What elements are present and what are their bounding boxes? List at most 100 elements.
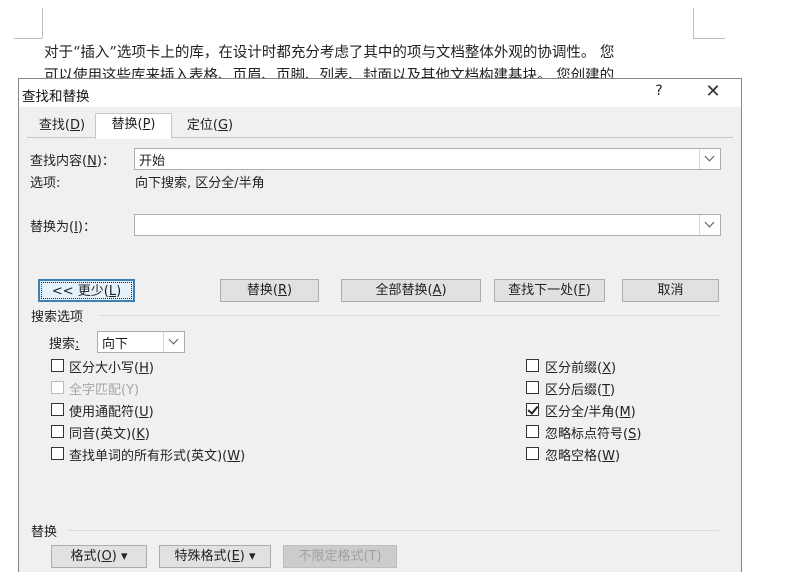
match-suffix-label-end: ): [610, 383, 616, 398]
match-case-label-end: ): [148, 361, 154, 376]
whole-word-checkbox[interactable]: [51, 381, 64, 394]
match-case-accesskey: H: [139, 361, 149, 376]
find-what-value: 开始: [139, 154, 166, 169]
replace-with-input[interactable]: [134, 214, 721, 236]
search-direction-label: 搜索:: [49, 333, 79, 352]
format-button-accesskey: O: [101, 549, 112, 564]
ignore-punctuation-label-text: 忽略标点符号(: [545, 427, 629, 442]
search-direction-value: 向下: [102, 337, 129, 352]
all-word-forms-accesskey: W: [227, 449, 241, 464]
tab-find[interactable]: 查找(D): [31, 115, 93, 137]
margin-corner-mark: [14, 38, 42, 39]
search-direction-accesskey: :: [75, 337, 80, 352]
special-button[interactable]: 特殊格式(E) ▾: [159, 545, 271, 568]
search-direction-select[interactable]: 向下: [97, 331, 185, 353]
search-direction-dropdown-button[interactable]: [163, 332, 184, 352]
tab-panel: [27, 137, 733, 573]
wildcards-label-text: 使用通配符(: [69, 405, 140, 420]
search-options-group-label: 搜索选项: [31, 310, 84, 325]
sounds-like-checkbox[interactable]: [51, 425, 64, 438]
sounds-like-label: 同音(英文)(K): [69, 423, 150, 442]
wildcards-checkbox[interactable]: [51, 403, 64, 416]
replace-button-accesskey: R: [277, 283, 288, 298]
find-what-label-end: )：: [96, 154, 115, 169]
ignore-punctuation-label: 忽略标点符号(S): [545, 423, 641, 442]
find-what-input[interactable]: 开始: [134, 148, 721, 170]
find-what-dropdown-button[interactable]: [699, 149, 720, 169]
match-suffix-accesskey: T: [602, 383, 611, 398]
close-button[interactable]: ✕: [699, 82, 727, 104]
replace-button-label: 替换(: [246, 283, 278, 298]
replace-all-button[interactable]: 全部替换(A): [341, 279, 481, 302]
find-next-button-label-end: ): [585, 283, 591, 298]
margin-corner-mark: [693, 38, 725, 39]
find-next-button-label: 查找下一处(: [508, 283, 579, 298]
special-button-accesskey: E: [231, 549, 240, 564]
replace-with-label: 替换为(I)：: [30, 216, 96, 235]
ignore-whitespace-label: 忽略空格(W): [545, 445, 620, 464]
group-divider: [99, 315, 719, 316]
match-case-label: 区分大小写(H): [69, 357, 154, 376]
match-prefix-label-end: ): [610, 361, 617, 376]
match-suffix-checkbox[interactable]: [526, 381, 539, 394]
match-prefix-accesskey: X: [602, 361, 611, 376]
find-next-button-accesskey: F: [578, 283, 586, 298]
all-word-forms-checkbox[interactable]: [51, 447, 64, 460]
group-divider: [67, 530, 719, 531]
match-prefix-label-text: 区分前缀(: [545, 361, 603, 376]
document-text-line: 对于“插入”选项卡上的库，在设计时都充分考虑了其中的项与文档整体外观的协调性。 …: [44, 45, 615, 61]
match-width-accesskey: M: [619, 405, 631, 420]
tab-replace-label-end: ): [150, 117, 156, 132]
find-next-button[interactable]: 查找下一处(F): [494, 279, 605, 302]
sounds-like-label-text: 同音(英文)(: [69, 427, 137, 442]
margin-corner-mark: [693, 8, 694, 38]
search-direction-label-text: 搜索: [49, 337, 76, 352]
options-summary-label: 选项:: [30, 176, 61, 191]
replace-with-dropdown-button[interactable]: [699, 215, 720, 235]
document-text-line: 可以使用这些库来插入表格、页眉、页脚、列表、封面以及其他文档构建基块。 您创建的: [44, 68, 615, 78]
margin-corner-mark: [42, 8, 43, 38]
match-width-label-end: ): [630, 405, 636, 420]
wildcards-label: 使用通配符(U): [69, 401, 154, 420]
match-width-checkbox[interactable]: [526, 403, 539, 416]
whole-word-label: 全字匹配(Y): [69, 383, 140, 398]
match-case-checkbox[interactable]: [51, 359, 64, 372]
ignore-whitespace-accesskey: W: [602, 449, 615, 464]
find-replace-dialog: 查找和替换 ? ✕ 查找(D) 替换(P) 定位(G) 查找内容(N)： 开始 …: [18, 78, 742, 572]
match-width-label-text: 区分全/半角(: [545, 405, 620, 420]
checkmark-icon: [527, 403, 539, 415]
ignore-whitespace-label-end: ): [614, 449, 621, 464]
tab-goto[interactable]: 定位(G): [175, 115, 245, 137]
tab-replace[interactable]: 替换(P): [95, 113, 172, 139]
replace-with-label-text: 替换为(: [30, 220, 75, 235]
cancel-button[interactable]: 取消: [622, 279, 719, 302]
ignore-whitespace-checkbox[interactable]: [526, 447, 539, 460]
ignore-punctuation-label-end: ): [636, 427, 642, 442]
tab-find-label-end: ): [80, 118, 86, 133]
chevron-down-icon: [704, 217, 715, 228]
help-button[interactable]: ?: [647, 83, 671, 103]
replace-button-label-end: ): [287, 283, 293, 298]
replace-all-button-label: 全部替换(: [375, 283, 433, 298]
dialog-title: 查找和替换: [22, 89, 90, 105]
match-prefix-checkbox[interactable]: [526, 359, 539, 372]
tab-find-accesskey: D: [69, 118, 80, 133]
match-prefix-label: 区分前缀(X): [545, 357, 616, 376]
ignore-punctuation-checkbox[interactable]: [526, 425, 539, 438]
special-button-label: 特殊格式(: [174, 549, 232, 564]
format-button-label: 格式(: [70, 549, 102, 564]
all-word-forms-label: 查找单词的所有形式(英文)(W): [69, 445, 245, 464]
all-word-forms-label-end: ): [240, 449, 246, 464]
ignore-whitespace-label-text: 忽略空格(: [545, 449, 603, 464]
format-button-label-end: ) ▾: [111, 549, 128, 564]
match-suffix-label-text: 区分后缀(: [545, 383, 603, 398]
less-button[interactable]: << 更少(L): [38, 279, 135, 302]
replace-button[interactable]: 替换(R): [220, 279, 319, 302]
find-what-accesskey: N: [87, 154, 97, 169]
format-button[interactable]: 格式(O) ▾: [51, 545, 147, 568]
no-formatting-button[interactable]: 不限定格式(T): [283, 545, 397, 568]
replace-group-label: 替换: [31, 525, 58, 540]
chevron-down-icon: [168, 334, 179, 345]
wildcards-accesskey: U: [139, 405, 149, 420]
match-case-label-text: 区分大小写(: [69, 361, 140, 376]
